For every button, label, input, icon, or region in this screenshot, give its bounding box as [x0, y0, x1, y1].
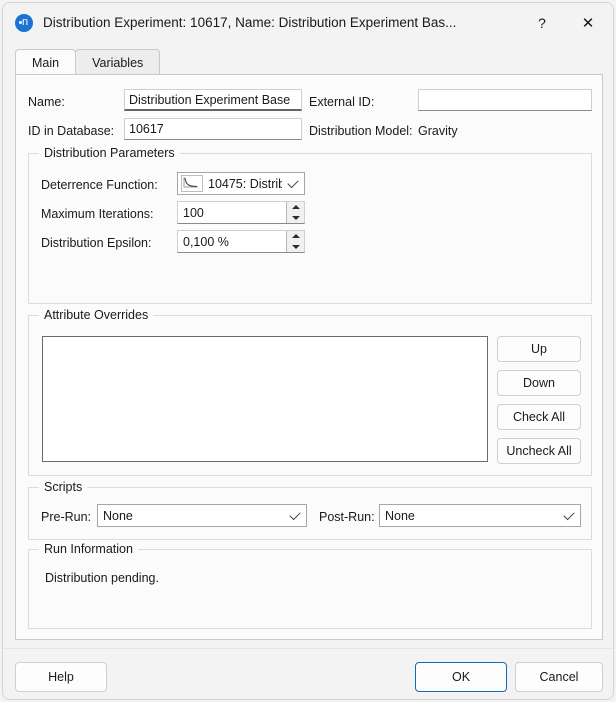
deterrence-function-value: 10475: Distrib [208, 176, 282, 191]
cancel-button[interactable]: Cancel [515, 662, 603, 692]
maximum-iterations-decrement[interactable] [287, 213, 304, 224]
distribution-model-label: Distribution Model: [309, 124, 413, 138]
group-run-information-title: Run Information [39, 542, 138, 556]
help-button[interactable]: Help [15, 662, 107, 692]
up-button-label: Up [531, 342, 547, 356]
window-title: Distribution Experiment: 10617, Name: Di… [43, 15, 457, 30]
dialog-window: n Distribution Experiment: 10617, Name: … [2, 2, 614, 700]
distribution-epsilon-value: 0,100 % [183, 234, 229, 249]
titlebar-help-icon[interactable]: ? [519, 4, 565, 42]
distribution-model-value: Gravity [418, 124, 458, 138]
ok-button-label: OK [451, 670, 471, 684]
footer-divider [3, 648, 613, 649]
distribution-epsilon-increment[interactable] [287, 231, 304, 242]
distribution-epsilon-decrement[interactable] [287, 242, 304, 253]
group-attribute-overrides: Attribute Overrides Up Down Check All Un… [28, 308, 592, 476]
pre-run-value: None [103, 508, 133, 523]
tab-main-label: Main [32, 55, 60, 70]
deterrence-function-label: Deterrence Function: [41, 178, 158, 192]
distribution-epsilon-spin-buttons [286, 231, 304, 252]
tab-variables-label: Variables [92, 55, 144, 70]
external-id-input[interactable] [418, 89, 592, 111]
pre-run-select[interactable]: None [97, 504, 307, 527]
curve-chart-icon [181, 175, 203, 192]
id-in-database-label: ID in Database: [28, 124, 115, 138]
name-input[interactable]: Distribution Experiment Base [124, 89, 302, 111]
uncheck-all-button[interactable]: Uncheck All [497, 438, 581, 464]
down-button[interactable]: Down [497, 370, 581, 396]
name-label: Name: [28, 95, 65, 109]
tab-panel-main: Name: Distribution Experiment Base Exter… [15, 74, 603, 640]
distribution-epsilon-stepper[interactable]: 0,100 % [177, 230, 305, 253]
maximum-iterations-stepper[interactable]: 100 [177, 201, 305, 224]
group-scripts: Scripts Pre-Run: None Post-Run: None [28, 480, 592, 540]
run-information-status: Distribution pending. [45, 571, 159, 585]
app-icon-letter: n [22, 16, 29, 28]
maximum-iterations-label: Maximum Iterations: [41, 207, 154, 221]
post-run-label: Post-Run: [319, 510, 375, 524]
down-button-label: Down [523, 376, 555, 390]
post-run-select[interactable]: None [379, 504, 581, 527]
maximum-iterations-increment[interactable] [287, 202, 304, 213]
chevron-down-icon[interactable] [282, 176, 304, 188]
tab-main[interactable]: Main [15, 49, 77, 75]
post-run-value: None [385, 508, 415, 523]
external-id-label: External ID: [309, 95, 375, 109]
attribute-overrides-list[interactable] [42, 336, 488, 462]
footer-bar: Help OK Cancel [3, 648, 613, 699]
up-button[interactable]: Up [497, 336, 581, 362]
cancel-button-label: Cancel [539, 670, 579, 684]
group-run-information: Run Information Distribution pending. [28, 542, 592, 629]
deterrence-function-select[interactable]: 10475: Distrib [177, 172, 305, 195]
group-distribution-parameters-title: Distribution Parameters [39, 146, 180, 160]
ok-button[interactable]: OK [415, 662, 507, 692]
group-distribution-parameters: Distribution Parameters Deterrence Funct… [28, 146, 592, 304]
id-in-database-input[interactable]: 10617 [124, 118, 302, 140]
uncheck-all-button-label: Uncheck All [506, 444, 572, 458]
pre-run-label: Pre-Run: [41, 510, 92, 524]
close-icon[interactable]: ✕ [565, 4, 611, 42]
check-all-button-label: Check All [512, 410, 566, 424]
check-all-button[interactable]: Check All [497, 404, 581, 430]
app-icon: n [15, 13, 33, 32]
distribution-epsilon-label: Distribution Epsilon: [41, 236, 152, 250]
group-attribute-overrides-title: Attribute Overrides [39, 308, 154, 322]
chevron-down-icon[interactable] [558, 508, 580, 520]
tab-strip: Main Variables [15, 49, 603, 75]
maximum-iterations-spin-buttons [286, 202, 304, 223]
chevron-down-icon[interactable] [284, 508, 306, 520]
title-bar: n Distribution Experiment: 10617, Name: … [3, 3, 613, 42]
group-scripts-title: Scripts [39, 480, 88, 494]
tab-variables[interactable]: Variables [75, 49, 161, 75]
help-button-label: Help [48, 670, 74, 684]
maximum-iterations-value: 100 [183, 205, 204, 220]
